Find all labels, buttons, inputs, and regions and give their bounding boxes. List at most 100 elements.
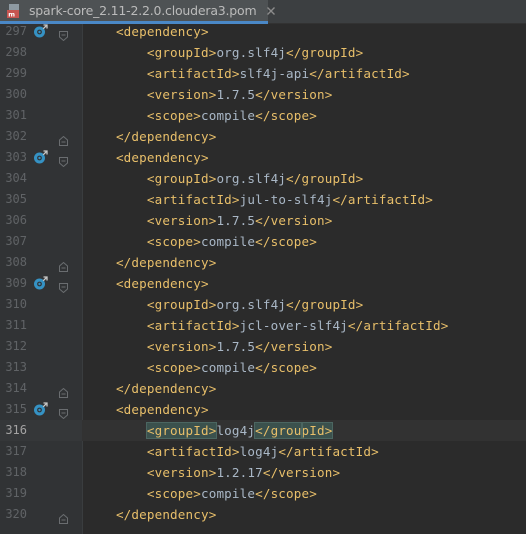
line-number: 310 — [5, 297, 27, 311]
code-line[interactable]: 308 </dependency> — [0, 252, 526, 273]
code-line[interactable]: 311 <artifactId>jcl-over-slf4j</artifact… — [0, 315, 526, 336]
xml-tag: <artifactId> — [146, 318, 240, 333]
code-line[interactable]: 310 <groupId>org.slf4j</groupId> — [0, 294, 526, 315]
code-line[interactable]: 307 <scope>compile</scope> — [0, 231, 526, 252]
code-text: <groupId>org.slf4j</groupId> — [85, 294, 363, 315]
line-number: 314 — [5, 381, 27, 395]
fold-open-icon[interactable] — [59, 278, 68, 294]
xml-tag: </grou — [254, 422, 303, 439]
line-number: 318 — [5, 465, 27, 479]
code-line[interactable]: 306 <version>1.7.5</version> — [0, 210, 526, 231]
line-gutter: 320 — [0, 504, 82, 525]
xml-tag: </groupId> — [286, 297, 364, 312]
code-line[interactable]: 309 <dependency> — [0, 273, 526, 294]
overrides-marker-icon[interactable] — [33, 402, 48, 417]
line-gutter: 317 — [0, 441, 82, 462]
line-number: 312 — [5, 339, 27, 353]
code-line-current[interactable]: 316 <groupId>log4j</groupId> — [0, 420, 526, 441]
code-text: <version>1.7.5</version> — [85, 84, 332, 105]
code-text: <version>1.2.17</version> — [85, 462, 340, 483]
code-text: <artifactId>jul-to-slf4j</artifactId> — [85, 189, 433, 210]
line-number: 316 — [5, 423, 27, 437]
overrides-marker-icon[interactable] — [33, 276, 48, 291]
xml-tag: </version> — [255, 339, 333, 354]
line-gutter: 299 — [0, 63, 82, 84]
xml-tag: <dependency> — [115, 24, 209, 39]
line-number: 302 — [5, 129, 27, 143]
line-number: 297 — [5, 24, 27, 38]
fold-close-icon[interactable] — [59, 509, 68, 524]
line-number: 306 — [5, 213, 27, 227]
fold-open-icon[interactable] — [59, 26, 68, 42]
line-gutter: 304 — [0, 168, 82, 189]
xml-tag: <groupId> — [146, 297, 217, 312]
xml-tag: </artifactId> — [347, 318, 449, 333]
code-line[interactable]: 314 </dependency> — [0, 378, 526, 399]
code-text: <dependency> — [85, 147, 209, 168]
line-gutter: 318 — [0, 462, 82, 483]
fold-close-icon[interactable] — [59, 257, 68, 272]
line-gutter: 309 — [0, 273, 82, 294]
xml-text: org.slf4j — [216, 297, 287, 312]
fold-close-icon[interactable] — [59, 383, 68, 398]
code-line[interactable]: 304 <groupId>org.slf4j</groupId> — [0, 168, 526, 189]
xml-text: org.slf4j — [216, 45, 287, 60]
overrides-marker-icon[interactable] — [33, 24, 48, 39]
code-line[interactable]: 302 </dependency> — [0, 126, 526, 147]
code-line[interactable]: 301 <scope>compile</scope> — [0, 105, 526, 126]
code-line[interactable]: 300 <version>1.7.5</version> — [0, 84, 526, 105]
xml-tag: </artifactId> — [309, 66, 410, 81]
code-editor[interactable]: 297 <dependency> 298 <groupId>org.slf4j</… — [0, 24, 526, 534]
xml-text: log4j — [216, 423, 256, 438]
code-line[interactable]: 305 <artifactId>jul-to-slf4j</artifactId… — [0, 189, 526, 210]
code-line[interactable]: 297 <dependency> — [0, 24, 526, 42]
code-line[interactable]: 319 <scope>compile</scope> — [0, 483, 526, 504]
line-number: 309 — [5, 276, 27, 290]
xml-tag: <scope> — [146, 108, 201, 123]
close-icon[interactable] — [266, 5, 276, 17]
xml-tag: </scope> — [255, 234, 317, 249]
line-number: 320 — [5, 507, 27, 521]
xml-tag: <groupId> — [145, 422, 218, 439]
code-line[interactable]: 298 <groupId>org.slf4j</groupId> — [0, 42, 526, 63]
xml-tag: <scope> — [146, 486, 201, 501]
xml-tag: </dependency> — [115, 507, 217, 522]
code-line[interactable]: 318 <version>1.2.17</version> — [0, 462, 526, 483]
code-line[interactable]: 312 <version>1.7.5</version> — [0, 336, 526, 357]
code-line[interactable]: 303 <dependency> — [0, 147, 526, 168]
xml-tag: </dependency> — [115, 129, 217, 144]
line-gutter: 306 — [0, 210, 82, 231]
xml-tag: </groupId> — [286, 45, 364, 60]
xml-text: jcl-over-slf4j — [239, 318, 348, 333]
editor-tab-active[interactable]: m spark-core_2.11-2.2.0.cloudera3.pom — [0, 0, 276, 24]
xml-tag: </version> — [262, 465, 341, 480]
fold-open-icon[interactable] — [59, 152, 68, 168]
line-number: 301 — [5, 108, 27, 122]
code-line[interactable]: 317 <artifactId>log4j</artifactId> — [0, 441, 526, 462]
code-text: <groupId>log4j</groupId> — [85, 420, 334, 441]
code-line[interactable]: 313 <scope>compile</scope> — [0, 357, 526, 378]
line-number: 305 — [5, 192, 27, 206]
xml-text: compile — [200, 108, 256, 123]
code-line[interactable]: 315 <dependency> — [0, 399, 526, 420]
fold-open-icon[interactable] — [59, 404, 68, 420]
code-line[interactable]: 299 <artifactId>slf4j-api</artifactId> — [0, 63, 526, 84]
line-number: 303 — [5, 150, 27, 164]
line-number: 311 — [5, 318, 27, 332]
fold-close-icon[interactable] — [59, 131, 68, 146]
xml-text: log4j — [239, 444, 279, 459]
overrides-marker-icon[interactable] — [33, 150, 48, 165]
xml-tag: <artifactId> — [146, 444, 240, 459]
xml-tag: </artifactId> — [332, 192, 433, 207]
code-line[interactable]: 320 </dependency> — [0, 504, 526, 525]
